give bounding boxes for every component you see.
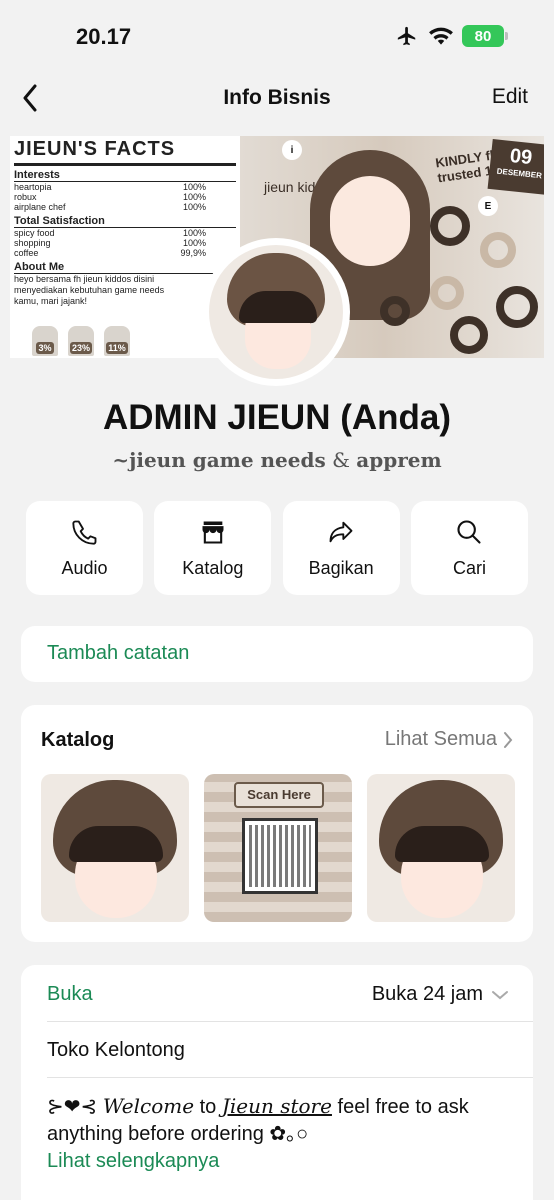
- donut-decoration: [496, 286, 538, 328]
- wifi-icon: [429, 27, 453, 45]
- fact-row: spicy food 100%: [14, 228, 206, 238]
- business-description: ⊱❤⊰ Welcome to Jieun store feel free to …: [47, 1093, 517, 1175]
- see-all-label: Lihat Semua: [384, 728, 497, 750]
- store-icon: [202, 521, 224, 544]
- fact-row: robux 100%: [14, 192, 206, 202]
- donut-decoration: [480, 232, 516, 268]
- donut-decoration: [430, 276, 464, 310]
- tagline-part-1: ~jieun game needs: [112, 448, 326, 472]
- see-more-link[interactable]: Lihat selengkapnya: [47, 1148, 517, 1175]
- letter-i-badge: i: [282, 140, 302, 160]
- facts-title: JIEUN'S FACTS: [14, 138, 236, 166]
- profile-avatar[interactable]: [202, 238, 350, 386]
- desc-store-name: Jieun store: [221, 1094, 332, 1118]
- hours-row[interactable]: Buka Buka 24 jam: [47, 965, 533, 1022]
- share-label: Bagikan: [308, 557, 374, 578]
- add-note-card[interactable]: Tambah catatan: [21, 626, 533, 682]
- battery-indicator: 80: [462, 25, 508, 47]
- open-hours[interactable]: Buka 24 jam: [372, 983, 509, 1006]
- share-icon: [329, 521, 353, 542]
- fact-row: shopping 100%: [14, 238, 206, 248]
- audio-label: Audio: [61, 557, 108, 578]
- audio-call-button[interactable]: Audio: [26, 501, 143, 595]
- search-icon: [457, 519, 482, 544]
- open-hours-text: Buka 24 jam: [371, 983, 483, 1005]
- donut-decoration: [450, 316, 488, 354]
- tagline-part-2: apprem: [356, 448, 442, 472]
- search-label: Cari: [452, 557, 486, 578]
- business-info-card: Buka Buka 24 jam Toko Kelontong ⊱❤⊰ Welc…: [21, 965, 533, 1200]
- catalog-title: Katalog: [41, 729, 115, 751]
- open-label: Buka: [47, 983, 93, 1005]
- donut-decoration: [380, 296, 410, 326]
- nav-bar: Info Bisnis Edit: [0, 76, 554, 120]
- satisfaction-heading: Total Satisfaction: [14, 215, 236, 228]
- avatar-image: [209, 245, 343, 379]
- tagline-ampersand: &: [332, 448, 350, 472]
- edit-button[interactable]: Edit: [492, 85, 528, 109]
- stat-badge: 11%: [104, 326, 130, 356]
- stat-row: 3% 23% 11%: [32, 326, 130, 356]
- fact-row: coffee 99,9%: [14, 248, 206, 258]
- status-bar: 20.17 80: [0, 0, 554, 76]
- search-button[interactable]: Cari: [410, 501, 528, 595]
- desc-decoration: ⊱❤⊰: [47, 1096, 98, 1118]
- chevron-right-icon: [504, 731, 513, 748]
- add-note-link[interactable]: Tambah catatan: [47, 642, 189, 665]
- character-face-illustration: [330, 176, 410, 266]
- action-buttons: Audio Katalog Bagikan Cari: [26, 501, 528, 595]
- chevron-down-icon: [492, 990, 508, 999]
- about-heading: About Me: [14, 261, 236, 274]
- fact-row: heartopia 100%: [14, 182, 206, 192]
- status-time: 20.17: [76, 24, 132, 49]
- catalog-button[interactable]: Katalog: [154, 501, 272, 595]
- letter-e-badge: E: [478, 196, 498, 216]
- qr-code-image: [242, 818, 318, 894]
- see-all-link[interactable]: Lihat Semua: [385, 728, 513, 751]
- page-title: Info Bisnis: [223, 86, 331, 109]
- desc-to: to: [194, 1096, 222, 1118]
- character-hair-illustration: [69, 826, 163, 862]
- catalog-items: Scan Here: [41, 774, 515, 922]
- battery-level: 80: [474, 27, 492, 45]
- catalog-label: Katalog: [182, 557, 244, 578]
- qr-heading: Scan Here: [234, 782, 324, 808]
- business-category: Toko Kelontong: [47, 1039, 185, 1061]
- business-name: ADMIN JIEUN (Anda): [102, 398, 452, 437]
- catalog-item[interactable]: [367, 774, 515, 922]
- interests-heading: Interests: [14, 169, 236, 182]
- business-tagline: ~jieun game needs & apprem: [0, 448, 554, 472]
- fact-row: airplane chef 100%: [14, 202, 206, 212]
- catalog-item[interactable]: Scan Here: [204, 774, 352, 922]
- character-hair-illustration: [395, 826, 489, 862]
- stat-badge: 23%: [68, 326, 94, 356]
- donut-decoration: [430, 206, 470, 246]
- catalog-section: Katalog Lihat Semua Scan Here: [21, 705, 533, 942]
- date-sticker: 09 DESEMBER: [487, 139, 544, 195]
- share-button[interactable]: Bagikan: [282, 501, 400, 595]
- stat-badge: 3%: [32, 326, 58, 356]
- desc-welcome: Welcome: [102, 1094, 195, 1118]
- catalog-item[interactable]: [41, 774, 189, 922]
- category-row: Toko Kelontong: [47, 1022, 533, 1078]
- status-icons: 80: [394, 25, 508, 47]
- phone-icon: [71, 520, 96, 545]
- character-hair-illustration: [239, 291, 317, 323]
- airplane-mode-icon: [397, 26, 416, 46]
